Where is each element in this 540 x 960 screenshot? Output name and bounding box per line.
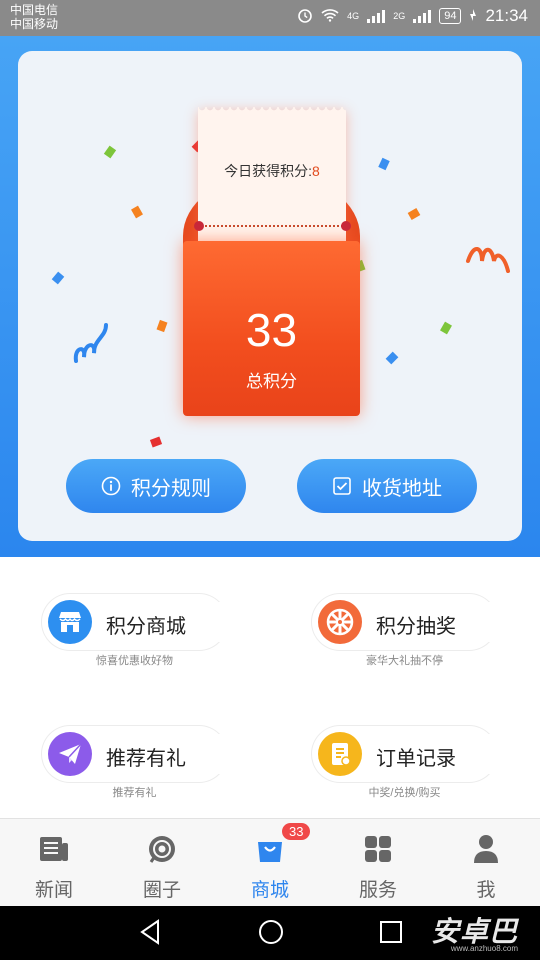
tab-me[interactable]: 我 xyxy=(432,819,540,907)
menu-label-points-mall: 积分商城 xyxy=(106,616,186,638)
menu-label-referral: 推荐有礼 xyxy=(106,748,186,770)
shipping-address-label: 收货地址 xyxy=(362,477,442,500)
battery-indicator: 94 xyxy=(439,8,462,24)
tab-mall[interactable]: 33 商城 xyxy=(216,819,324,907)
confetti-icon xyxy=(440,321,452,335)
tab-circle[interactable]: 圈子 xyxy=(108,819,216,907)
grid-icon xyxy=(362,833,394,865)
tab-label-services: 服务 xyxy=(358,880,397,901)
confetti-icon xyxy=(385,351,399,365)
alarm-icon xyxy=(297,7,313,26)
menu-label-order-records: 订单记录 xyxy=(376,748,456,770)
system-nav-bar: 安卓巴 www.anzhuo8.com xyxy=(0,906,540,960)
store-icon xyxy=(48,600,92,644)
order-record-icon xyxy=(318,732,362,776)
watermark-url: www.anzhuo8.com xyxy=(450,944,518,953)
ribbon-icon xyxy=(464,237,512,282)
carrier-info: 中国电信 中国移动 xyxy=(10,3,58,31)
tab-label-news: 新闻 xyxy=(34,880,73,901)
confetti-icon xyxy=(51,271,65,285)
checkbox-icon xyxy=(332,476,352,496)
tab-mall-badge: 33 xyxy=(282,823,311,840)
menu-item-referral[interactable]: 推荐有礼 xyxy=(42,726,228,782)
menu-label-points-lottery: 积分抽奖 xyxy=(376,616,456,638)
news-icon xyxy=(38,833,70,865)
confetti-icon xyxy=(149,436,163,448)
confetti-icon xyxy=(156,319,168,333)
confetti-icon xyxy=(103,145,117,159)
ticket-dot-left xyxy=(194,221,204,231)
status-icons: 4G 2G 94 21:34 xyxy=(297,6,528,26)
points-card: 今日获得积分:8 33 总积分 积分规则 收货地址 xyxy=(18,51,522,541)
menu-sub-points-lottery: 豪华大礼抽不停 xyxy=(366,655,443,667)
ribbon-icon xyxy=(72,321,112,372)
menu-item-order-records[interactable]: 订单记录 xyxy=(312,726,498,782)
signal-icon-1 xyxy=(367,9,386,23)
today-points: 今日获得积分:8 xyxy=(198,161,346,181)
home-icon[interactable] xyxy=(257,918,285,951)
carrier-2: 中国移动 xyxy=(10,17,59,31)
clock: 21:34 xyxy=(485,6,528,25)
bottom-tab-bar: 新闻 圈子 33 商城 服务 我 xyxy=(0,818,540,906)
points-header: 今日获得积分:8 33 总积分 积分规则 收货地址 xyxy=(0,36,540,557)
status-bar: 中国电信 中国移动 4G 2G 94 21:34 xyxy=(0,0,540,36)
shopping-bag-icon xyxy=(254,833,286,865)
ticket-dot-right xyxy=(341,221,351,231)
back-icon[interactable] xyxy=(138,918,162,951)
daily-points-ticket: 今日获得积分:8 xyxy=(198,107,346,243)
total-points-value: 33 xyxy=(245,304,298,356)
menu-item-points-mall[interactable]: 积分商城 xyxy=(42,594,228,650)
total-points-label: 总积分 xyxy=(246,372,297,391)
charging-icon xyxy=(469,8,477,24)
network-type-c: 2G xyxy=(393,10,406,21)
signal-icon-2 xyxy=(413,9,432,23)
red-envelope: 33 总积分 xyxy=(183,241,360,416)
tab-label-me: 我 xyxy=(476,880,496,901)
wifi-icon xyxy=(321,8,339,25)
lottery-wheel-icon xyxy=(318,600,362,644)
confetti-icon xyxy=(378,157,390,171)
points-rules-label: 积分规则 xyxy=(131,477,211,500)
carrier-1: 中国电信 xyxy=(10,3,59,17)
confetti-icon xyxy=(131,205,143,219)
confetti-icon xyxy=(407,208,421,220)
user-icon xyxy=(470,833,502,865)
menu-sub-points-mall: 惊喜优惠收好物 xyxy=(96,655,173,667)
ticket-divider xyxy=(198,225,346,227)
recents-icon[interactable] xyxy=(378,918,404,951)
menu-sub-referral: 推荐有礼 xyxy=(112,787,157,799)
tab-label-circle: 圈子 xyxy=(142,880,181,901)
network-type-a: 4G xyxy=(347,10,360,21)
menu-sub-order-records: 中奖/兑换/购买 xyxy=(368,787,441,799)
points-rules-button[interactable]: 积分规则 xyxy=(66,459,246,513)
shipping-address-button[interactable]: 收货地址 xyxy=(297,459,477,513)
tab-label-mall: 商城 xyxy=(250,880,289,901)
paper-plane-icon xyxy=(48,732,92,776)
tab-news[interactable]: 新闻 xyxy=(0,819,108,907)
menu-item-points-lottery[interactable]: 积分抽奖 xyxy=(312,594,498,650)
tab-services[interactable]: 服务 xyxy=(324,819,432,907)
today-points-label: 今日获得积分: xyxy=(224,163,313,179)
circle-icon xyxy=(146,833,178,865)
today-points-value: 8 xyxy=(312,163,320,179)
info-icon xyxy=(101,476,121,496)
